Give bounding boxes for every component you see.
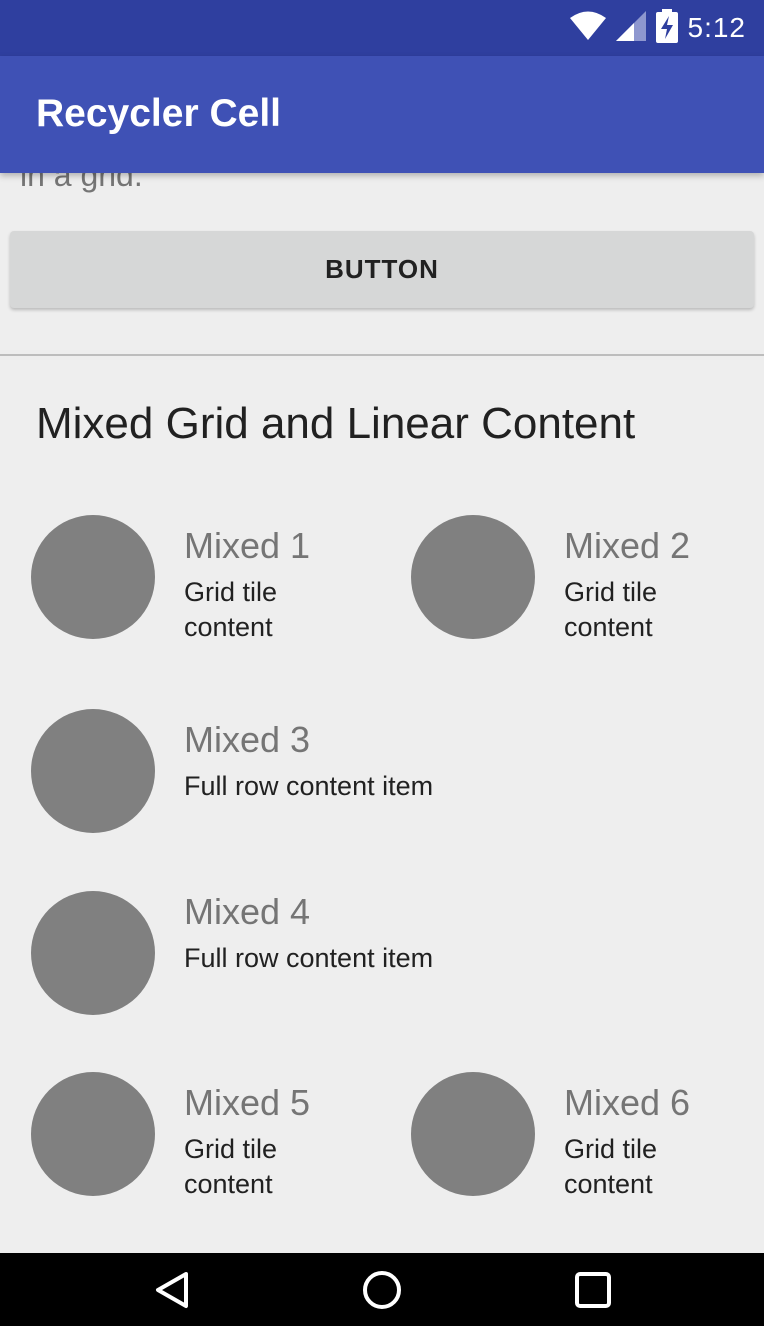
row-cell-mixed-3[interactable]: Mixed 3 Full row content item <box>0 697 764 847</box>
grid-cell-mixed-2[interactable]: Mixed 2 Grid tile content <box>382 503 764 653</box>
cell-body: Full row content item <box>184 771 434 801</box>
avatar <box>31 891 155 1015</box>
divider <box>0 354 764 356</box>
avatar <box>411 1072 535 1196</box>
status-time: 5:12 <box>687 12 746 43</box>
app-bar: Recycler Cell <box>0 56 764 173</box>
home-icon[interactable] <box>359 1267 405 1313</box>
cell-title: Mixed 3 <box>184 719 311 760</box>
avatar <box>31 515 155 639</box>
primary-button[interactable]: BUTTON <box>10 231 754 308</box>
cell-body: Grid tile content <box>184 1134 278 1199</box>
wifi-icon <box>569 11 606 45</box>
cell-body: Full row content item <box>184 943 434 973</box>
status-icons: 5:12 <box>569 9 747 47</box>
grid-cell-mixed-5[interactable]: Mixed 5 Grid tile content <box>0 1060 382 1210</box>
cell-body: Grid tile content <box>564 1134 658 1199</box>
cell-signal-icon <box>615 11 646 45</box>
navigation-bar <box>0 1253 764 1326</box>
section-title: Mixed Grid and Linear Content <box>36 399 636 448</box>
avatar <box>31 1072 155 1196</box>
cell-title: Mixed 1 <box>184 525 311 566</box>
grid-cell-mixed-6[interactable]: Mixed 6 Grid tile content <box>382 1060 764 1210</box>
cell-body: Grid tile content <box>184 577 278 642</box>
status-bar: 5:12 <box>0 0 764 56</box>
cell-body: Grid tile content <box>564 577 658 642</box>
recents-icon[interactable] <box>570 1267 616 1313</box>
avatar <box>411 515 535 639</box>
row-cell-mixed-4[interactable]: Mixed 4 Full row content item <box>0 879 764 1029</box>
cell-title: Mixed 5 <box>184 1082 311 1123</box>
content-scroll[interactable]: in a grid. BUTTON Mixed Grid and Linear … <box>0 173 764 1253</box>
app-title: Recycler Cell <box>36 92 281 135</box>
grid-cell-mixed-1[interactable]: Mixed 1 Grid tile content <box>0 503 382 653</box>
cell-title: Mixed 6 <box>564 1082 691 1123</box>
back-icon[interactable] <box>149 1267 195 1313</box>
cell-title: Mixed 4 <box>184 891 311 932</box>
cell-title: Mixed 2 <box>564 525 691 566</box>
avatar <box>31 709 155 833</box>
battery-charging-icon <box>655 9 678 47</box>
screen: 5:12 Recycler Cell in a grid. BUTTON Mix… <box>0 0 764 1326</box>
description-text: in a grid. <box>20 173 143 193</box>
